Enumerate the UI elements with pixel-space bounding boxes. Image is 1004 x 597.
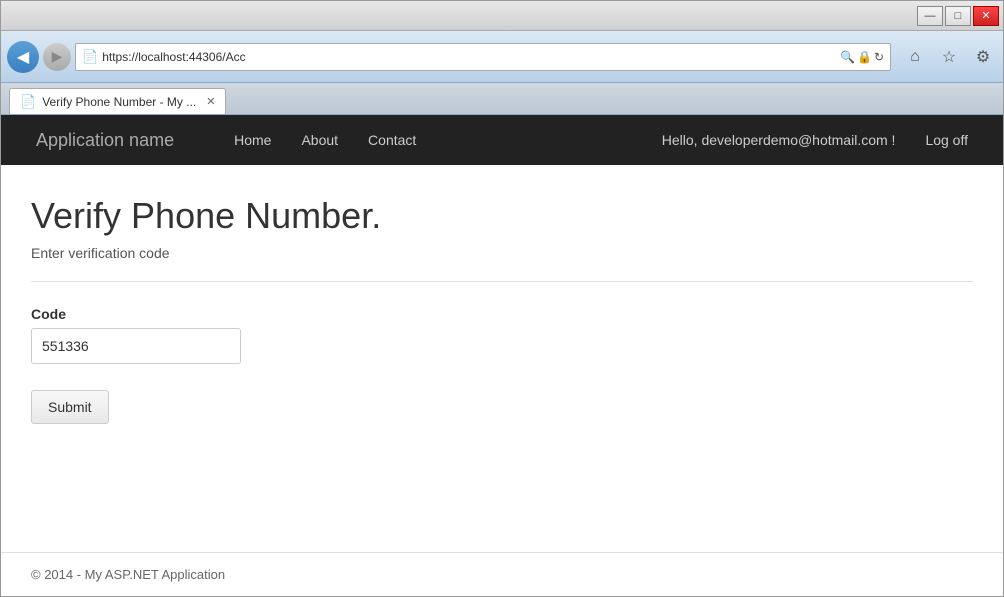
browser-window: — □ ✕ ◀ ▶ 📄 https://localhost:44306/Acc … xyxy=(0,0,1004,597)
forward-button[interactable]: ▶ xyxy=(43,43,71,71)
tab-bar: 📄 Verify Phone Number - My ... ✕ xyxy=(1,83,1003,115)
settings-button[interactable]: ⚙ xyxy=(969,43,997,71)
maximize-button[interactable]: □ xyxy=(945,6,971,26)
page-icon: 📄 xyxy=(82,49,98,65)
lock-icon: 🔒 xyxy=(857,50,872,64)
address-bar[interactable]: 📄 https://localhost:44306/Acc 🔍 🔒 ↻ xyxy=(75,43,891,71)
address-actions: 🔍 🔒 ↻ xyxy=(840,50,884,64)
app-navbar: Application name Home About Contact Hell… xyxy=(1,115,1003,165)
nav-link-about[interactable]: About xyxy=(286,117,353,163)
app-brand: Application name xyxy=(21,115,189,166)
tab-close-button[interactable]: ✕ xyxy=(206,95,215,108)
home-button[interactable]: ⌂ xyxy=(901,43,929,71)
logoff-link[interactable]: Log off xyxy=(910,117,983,163)
tab-label: Verify Phone Number - My ... xyxy=(42,95,196,109)
active-tab[interactable]: 📄 Verify Phone Number - My ... ✕ xyxy=(9,88,226,114)
divider xyxy=(31,281,973,282)
page-subtitle: Enter verification code xyxy=(31,245,973,261)
search-icon[interactable]: 🔍 xyxy=(840,50,855,64)
page-footer: © 2014 - My ASP.NET Application xyxy=(1,552,1003,596)
code-input[interactable] xyxy=(31,328,241,364)
tab-icon: 📄 xyxy=(20,94,36,110)
title-bar: — □ ✕ xyxy=(1,1,1003,31)
browser-toolbar: ⌂ ☆ ⚙ xyxy=(901,43,997,71)
refresh-icon[interactable]: ↻ xyxy=(874,50,884,64)
code-label: Code xyxy=(31,306,973,322)
code-form-group: Code xyxy=(31,306,973,364)
window-controls: — □ ✕ xyxy=(917,6,999,26)
nav-right: Hello, developerdemo@hotmail.com ! Log o… xyxy=(647,117,983,163)
favorites-button[interactable]: ☆ xyxy=(935,43,963,71)
close-button[interactable]: ✕ xyxy=(973,6,999,26)
user-greeting: Hello, developerdemo@hotmail.com ! xyxy=(647,117,911,163)
browser-nav-bar: ◀ ▶ 📄 https://localhost:44306/Acc 🔍 🔒 ↻ … xyxy=(1,31,1003,83)
address-text: https://localhost:44306/Acc xyxy=(102,50,836,64)
minimize-button[interactable]: — xyxy=(917,6,943,26)
submit-button[interactable]: Submit xyxy=(31,390,109,424)
footer-text: © 2014 - My ASP.NET Application xyxy=(31,567,225,582)
nav-link-home[interactable]: Home xyxy=(219,117,286,163)
forward-icon: ▶ xyxy=(52,48,63,65)
page-content: Verify Phone Number. Enter verification … xyxy=(1,165,1003,552)
page-title: Verify Phone Number. xyxy=(31,195,973,237)
back-button[interactable]: ◀ xyxy=(7,41,39,73)
back-icon: ◀ xyxy=(17,47,29,67)
nav-link-contact[interactable]: Contact xyxy=(353,117,431,163)
